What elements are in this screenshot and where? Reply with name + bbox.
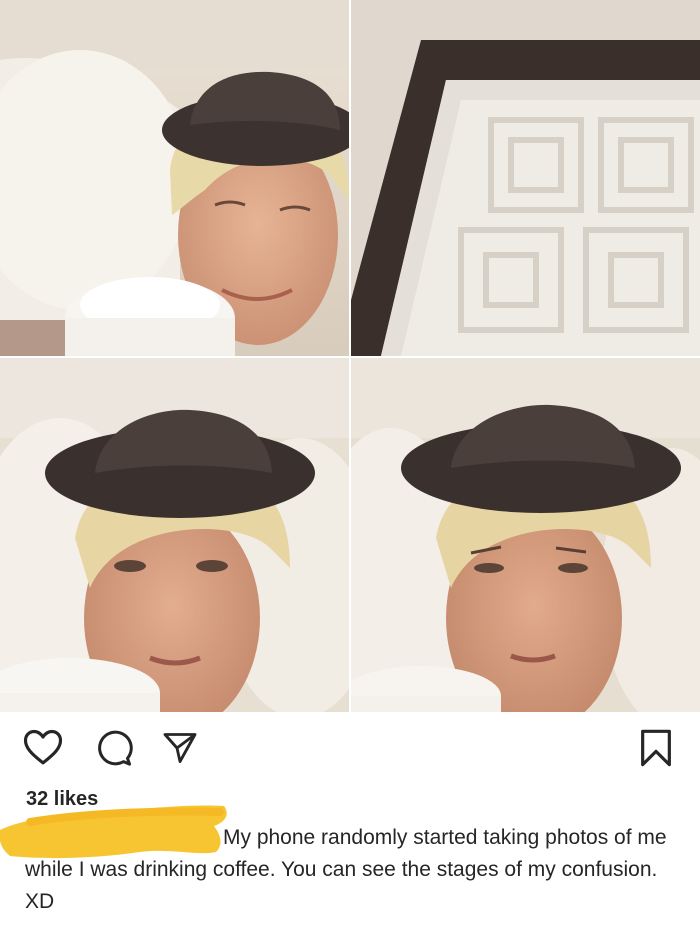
like-button[interactable]: [22, 726, 64, 768]
paper-plane-icon: [163, 733, 197, 763]
heart-icon: [23, 729, 63, 765]
photo-3-image: [0, 358, 349, 712]
post-caption: My phone randomly started taking photos …: [25, 822, 675, 918]
photo-grid[interactable]: [0, 0, 700, 712]
username-placeholder[interactable]: [25, 825, 223, 851]
photo-tile-4[interactable]: [351, 358, 700, 712]
share-button[interactable]: [160, 728, 200, 768]
comment-icon: [98, 730, 133, 766]
comment-button[interactable]: [94, 728, 134, 768]
bookmark-icon: [641, 729, 671, 767]
photo-tile-2[interactable]: [351, 0, 700, 356]
photo-2-image: [351, 0, 700, 356]
photo-4-image: [351, 358, 700, 712]
photo-tile-1[interactable]: [0, 0, 349, 356]
photo-tile-3[interactable]: [0, 358, 349, 712]
save-button[interactable]: [636, 726, 676, 770]
photo-1-image: [0, 0, 349, 356]
